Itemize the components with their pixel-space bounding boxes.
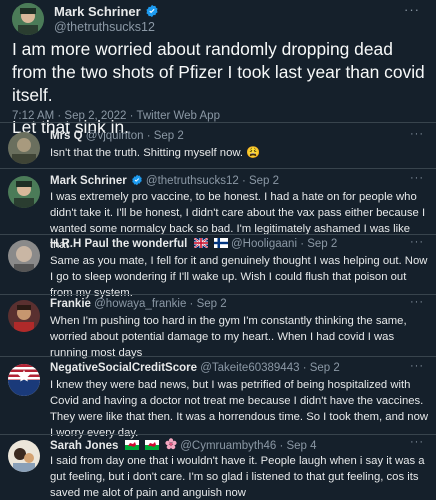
avatar[interactable] (12, 3, 44, 35)
reply-author-name[interactable]: Mrs Q (50, 130, 83, 142)
reply-header: NegativeSocialCreditScore @Takeite603894… (50, 362, 390, 374)
reply-header: H.R.H Paul the wonderful @Hooligaani · S… (50, 237, 390, 251)
reply-author-handle[interactable]: @vjquinton · Sep 2 (86, 130, 184, 142)
reply-text: I said from day one that i wouldn't have… (50, 455, 425, 499)
reply-item[interactable]: Sarah Jones @Cymruambyth46 · Sep 4 ··· I… (0, 436, 436, 500)
author-handle[interactable]: @thetruthsucks12 (54, 20, 155, 34)
reply-author-handle[interactable]: @howaya_frankie · Sep 2 (94, 298, 227, 310)
reply-author-name[interactable]: Sarah Jones (50, 440, 118, 452)
reply-item[interactable]: Frankie @howaya_frankie · Sep 2 ··· When… (0, 296, 436, 359)
reply-author-handle[interactable]: @Hooligaani · Sep 2 (231, 238, 337, 250)
wales-flag-icon (124, 440, 139, 453)
avatar[interactable] (8, 364, 40, 396)
reply-header: Sarah Jones @Cymruambyth46 · Sep 4 (50, 438, 390, 453)
reply-item[interactable]: NegativeSocialCreditScore @Takeite603894… (0, 360, 436, 439)
uk-flag-icon (192, 237, 209, 251)
tweet-text: I am more worried about randomly droppin… (12, 38, 432, 139)
reply-header: Frankie @howaya_frankie · Sep 2 (50, 298, 390, 310)
reply-author-name[interactable]: NegativeSocialCreditScore (50, 362, 197, 374)
reply-author-handle[interactable]: @Cymruambyth46 · Sep 4 (180, 440, 316, 452)
more-options-icon[interactable]: ··· (410, 128, 424, 140)
reply-author-name[interactable]: Mark Schriner (50, 175, 127, 187)
main-tweet-header: Mark Schriner @thetruthsucks12 ··· (12, 0, 424, 40)
reply-text: I knew they were bad news, but I was pet… (50, 379, 429, 439)
more-options-icon[interactable]: ··· (410, 172, 424, 184)
tweet-text-paragraph-1: I am more worried about randomly droppin… (12, 39, 430, 105)
avatar[interactable] (8, 176, 40, 208)
divider (0, 294, 436, 295)
reply-author-name[interactable]: H.R.H Paul the wonderful (50, 238, 187, 250)
divider (0, 234, 436, 235)
verified-icon (131, 174, 143, 189)
reply-header: Mrs Q @vjquinton · Sep 2 (50, 130, 390, 142)
reply-author-handle[interactable]: @Takeite60389443 · Sep 2 (200, 362, 340, 374)
divider (0, 168, 436, 169)
wales-flag-icon (144, 440, 159, 453)
more-options-icon[interactable]: ··· (410, 436, 424, 448)
reply-header: Mark Schriner @thetruthsucks12 · Sep 2 (50, 174, 390, 189)
more-options-icon[interactable]: ··· (410, 296, 424, 308)
divider (0, 434, 436, 435)
tweet-timestamp[interactable]: 7:12 AM · Sep 2, 2022 · Twitter Web App (12, 110, 220, 122)
verified-icon (145, 4, 159, 21)
avatar[interactable] (8, 300, 40, 332)
divider (0, 356, 436, 357)
reply-author-handle[interactable]: @thetruthsucks12 · Sep 2 (146, 175, 279, 187)
avatar[interactable] (8, 132, 40, 164)
author-name-text: Mark Schriner (54, 4, 141, 19)
more-options-icon[interactable]: ··· (410, 360, 424, 372)
reply-author-name[interactable]: Frankie (50, 298, 91, 310)
avatar[interactable] (8, 240, 40, 272)
reply-text: Isn't that the truth. Shitting myself no… (50, 147, 261, 159)
finland-flag-icon (213, 238, 228, 251)
more-options-icon[interactable]: ··· (404, 2, 420, 17)
divider (0, 122, 436, 123)
reply-item[interactable]: H.R.H Paul the wonderful @Hooligaani · S… (0, 236, 436, 299)
reply-text: When I'm pushing too hard in the gym I'm… (50, 315, 407, 359)
more-options-icon[interactable]: ··· (410, 236, 424, 248)
cherry-blossom-icon (165, 438, 177, 453)
reply-item[interactable]: Mark Schriner @thetruthsucks12 · Sep 2 ·… (0, 172, 436, 251)
author-name[interactable]: Mark Schriner (54, 4, 159, 21)
reply-item[interactable]: Mrs Q @vjquinton · Sep 2 ··· Isn't that … (0, 128, 436, 168)
avatar[interactable] (8, 440, 40, 472)
